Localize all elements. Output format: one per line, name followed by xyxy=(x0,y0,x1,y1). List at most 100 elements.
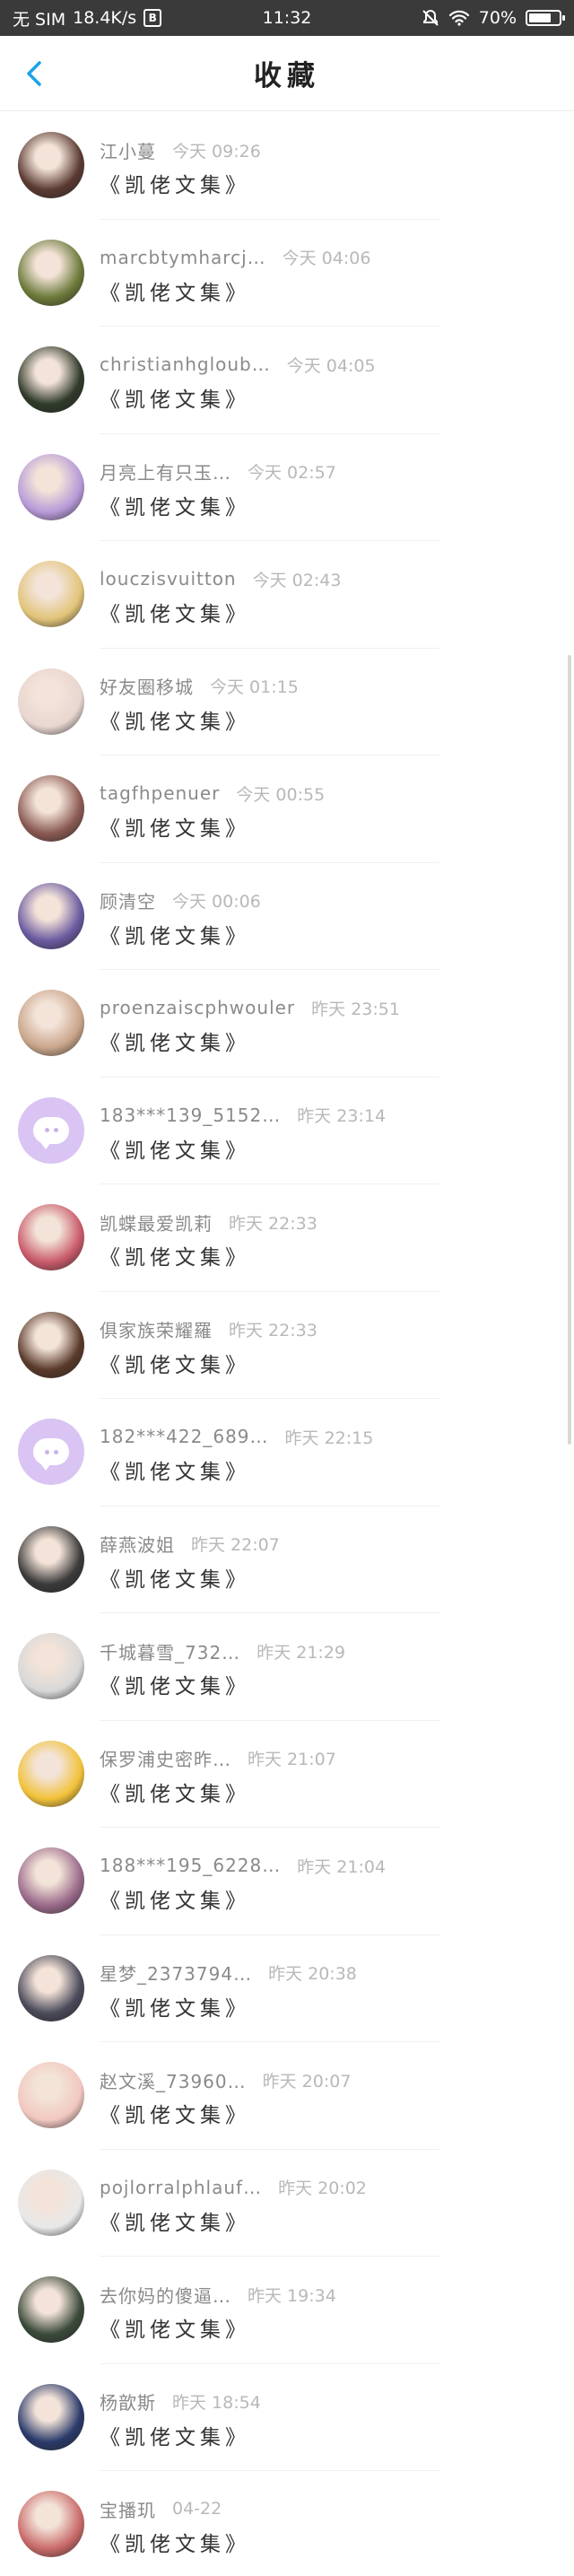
list-item[interactable]: 好友圈移城 今天 01:15 《凯佬文集》 xyxy=(0,649,574,755)
timestamp: 昨天 20:07 xyxy=(262,2071,352,2091)
battery-percent: 70% xyxy=(478,8,517,28)
avatar[interactable] xyxy=(18,132,84,198)
timestamp: 昨天 20:38 xyxy=(268,1964,357,1984)
book-title: 《凯佬文集》 xyxy=(100,2425,250,2449)
user-name: 保罗浦史密昨… xyxy=(100,1749,231,1770)
list-item[interactable]: 星梦_2373794… 昨天 20:38 《凯佬文集》 xyxy=(0,1935,574,2042)
avatar[interactable] xyxy=(18,668,84,735)
timestamp: 昨天 21:29 xyxy=(257,1642,345,1663)
list-item[interactable]: christianhgloub… 今天 04:05 《凯佬文集》 xyxy=(0,327,574,434)
timestamp: 昨天 18:54 xyxy=(172,2393,261,2413)
scrollbar[interactable] xyxy=(568,655,571,1445)
user-name: 俱家族荣耀羅 xyxy=(100,1320,213,1341)
avatar[interactable] xyxy=(18,453,84,520)
timestamp: 昨天 21:07 xyxy=(248,1750,336,1769)
mute-icon xyxy=(422,9,439,26)
timestamp: 04-22 xyxy=(172,2499,222,2519)
battery-icon xyxy=(526,10,565,26)
book-title: 《凯佬文集》 xyxy=(100,1996,250,2021)
avatar[interactable] xyxy=(18,1954,84,2022)
chat-bubble-icon xyxy=(33,1438,69,1471)
book-title: 《凯佬文集》 xyxy=(100,495,250,520)
clock: 11:32 xyxy=(262,8,312,28)
timestamp: 昨天 22:15 xyxy=(284,1428,374,1448)
user-name: louczisvuitton xyxy=(100,568,237,589)
book-title: 《凯佬文集》 xyxy=(100,1353,250,1377)
list-item[interactable]: 杨歆斯 昨天 18:54 《凯佬文集》 xyxy=(0,2364,574,2471)
user-name: 月亮上有只玉… xyxy=(100,462,231,484)
avatar[interactable] xyxy=(18,1096,84,1164)
avatar[interactable] xyxy=(18,2276,84,2343)
avatar[interactable] xyxy=(18,561,84,627)
list-item[interactable]: 188***195_6228… 昨天 21:04 《凯佬文集》 xyxy=(0,1828,574,1935)
book-title: 《凯佬文集》 xyxy=(100,2318,250,2342)
list-item[interactable]: 凯蝶最爱凯莉 昨天 22:33 《凯佬文集》 xyxy=(0,1184,574,1292)
carrier-text: 无 SIM xyxy=(13,9,66,30)
book-title: 《凯佬文集》 xyxy=(100,1782,250,1806)
timestamp: 昨天 22:33 xyxy=(229,1321,317,1340)
avatar[interactable] xyxy=(18,1847,84,1914)
avatar[interactable] xyxy=(18,1311,84,1378)
avatar[interactable] xyxy=(18,1633,84,1699)
status-bar: 无 SIM 18.4K/s B 11:32 70% xyxy=(0,0,574,36)
book-title: 《凯佬文集》 xyxy=(100,710,250,734)
avatar[interactable] xyxy=(18,990,84,1056)
avatar[interactable] xyxy=(18,775,84,842)
app-notification-icon: B xyxy=(144,9,162,27)
list-item[interactable]: proenzaiscphwouler 昨天 23:51 《凯佬文集》 xyxy=(0,970,574,1078)
book-title: 《凯佬文集》 xyxy=(100,1567,250,1592)
user-name: 江小蔓 xyxy=(100,140,156,162)
list-item[interactable]: 去你妈的傻逼… 昨天 19:34 《凯佬文集》 xyxy=(0,2257,574,2364)
user-name: 183***139_5152… xyxy=(100,1104,282,1126)
timestamp: 今天 00:06 xyxy=(172,892,261,912)
list-item[interactable]: 赵文溪_73960… 昨天 20:07 《凯佬文集》 xyxy=(0,2042,574,2150)
book-title: 《凯佬文集》 xyxy=(100,1139,250,1163)
avatar[interactable] xyxy=(18,2169,84,2236)
list-item[interactable]: 千城暮雪_732… 昨天 21:29 《凯佬文集》 xyxy=(0,1613,574,1721)
avatar[interactable] xyxy=(18,1419,84,1485)
list-item[interactable]: 俱家族荣耀羅 昨天 22:33 《凯佬文集》 xyxy=(0,1292,574,1399)
avatar[interactable] xyxy=(18,346,84,413)
timestamp: 昨天 23:14 xyxy=(297,1106,387,1126)
avatar[interactable] xyxy=(18,2383,84,2450)
timestamp: 昨天 20:02 xyxy=(278,2179,367,2198)
book-title: 《凯佬文集》 xyxy=(100,281,250,305)
user-name: 188***195_6228… xyxy=(100,1855,282,1876)
list-item[interactable]: 薛燕波姐 昨天 22:07 《凯佬文集》 xyxy=(0,1506,574,1613)
list-item[interactable]: pojlorralphlauf… 昨天 20:02 《凯佬文集》 xyxy=(0,2150,574,2257)
timestamp: 今天 01:15 xyxy=(210,677,299,697)
list-item[interactable]: 江小蔓 今天 09:26 《凯佬文集》 xyxy=(0,112,574,220)
list-item[interactable]: 宝播玑 04-22 《凯佬文集》 xyxy=(0,2471,574,2576)
avatar[interactable] xyxy=(18,882,84,949)
chevron-left-icon xyxy=(27,61,41,86)
list-item[interactable]: 保罗浦史密昨… 昨天 21:07 《凯佬文集》 xyxy=(0,1721,574,1828)
list-item[interactable]: tagfhpenuer 今天 00:55 《凯佬文集》 xyxy=(0,755,574,863)
book-title: 《凯佬文集》 xyxy=(100,924,250,948)
book-title: 《凯佬文集》 xyxy=(100,603,250,626)
user-name: 薛燕波姐 xyxy=(100,1534,175,1556)
avatar[interactable] xyxy=(18,1204,84,1271)
user-name: 宝播玑 xyxy=(100,2499,156,2521)
avatar[interactable] xyxy=(18,239,84,306)
book-title: 《凯佬文集》 xyxy=(100,1246,250,1270)
timestamp: 今天 02:43 xyxy=(252,570,342,590)
user-name: proenzaiscphwouler xyxy=(100,997,296,1018)
avatar[interactable] xyxy=(18,1525,84,1593)
list-item[interactable]: 183***139_5152… 昨天 23:14 《凯佬文集》 xyxy=(0,1078,574,1184)
avatar[interactable] xyxy=(18,2062,84,2128)
timestamp: 昨天 23:51 xyxy=(311,999,400,1019)
list-item[interactable]: 182***422_689… 昨天 22:15 《凯佬文集》 xyxy=(0,1399,574,1506)
avatar[interactable] xyxy=(18,1740,84,1807)
book-title: 《凯佬文集》 xyxy=(100,1890,250,1913)
book-title: 《凯佬文集》 xyxy=(100,174,250,197)
list-item[interactable]: marcbtymharcj… 今天 04:06 《凯佬文集》 xyxy=(0,220,574,327)
book-title: 《凯佬文集》 xyxy=(100,2533,250,2556)
list-item[interactable]: 月亮上有只玉… 今天 02:57 《凯佬文集》 xyxy=(0,434,574,541)
book-title: 《凯佬文集》 xyxy=(100,817,250,841)
user-name: 凯蝶最爱凯莉 xyxy=(100,1212,213,1235)
list-item[interactable]: louczisvuitton 今天 02:43 《凯佬文集》 xyxy=(0,541,574,649)
network-speed: 18.4K/s xyxy=(73,8,137,28)
back-button[interactable] xyxy=(14,54,54,93)
list-item[interactable]: 顾清空 今天 00:06 《凯佬文集》 xyxy=(0,863,574,970)
avatar[interactable] xyxy=(18,2491,84,2557)
